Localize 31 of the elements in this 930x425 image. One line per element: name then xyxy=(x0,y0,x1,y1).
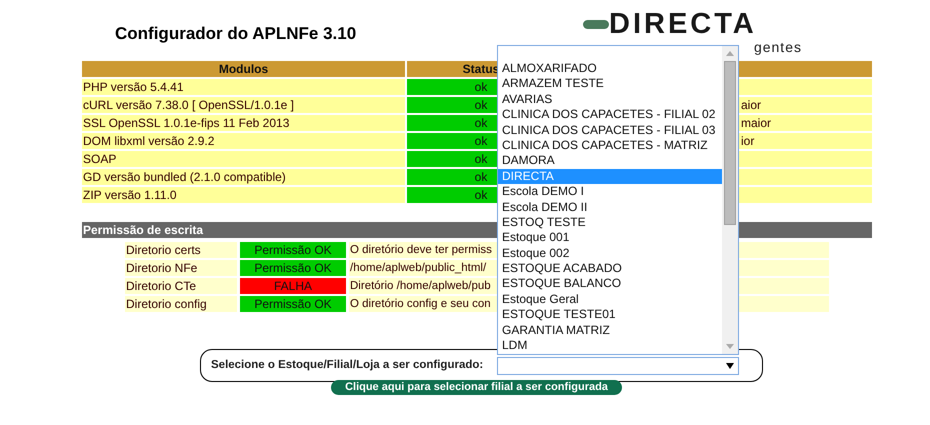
select-branch-button[interactable]: Clique aqui para selecionar filial a ser configurada xyxy=(331,380,622,395)
scrollbar[interactable] xyxy=(722,46,738,354)
select-label: Selecione o Estoque/Filial/Loja a ser configurado: xyxy=(211,358,484,373)
table-cell: GD versão bundled (2.1.0 compatible) xyxy=(82,169,405,185)
table-cell: Diretorio certs xyxy=(125,242,237,258)
table-cell: ZIP versão 1.11.0 xyxy=(82,187,405,203)
status-cell: FALHA xyxy=(240,278,346,294)
scroll-down-icon xyxy=(726,344,734,349)
status-cell: Permissão OK xyxy=(240,296,346,312)
table-cell: Diretorio config xyxy=(125,296,237,312)
table-cell: Diretorio CTe xyxy=(125,278,237,294)
table-cell: SOAP xyxy=(82,151,405,167)
table-cell: DOM libxml versão 2.9.2 xyxy=(82,133,405,149)
scroll-up-icon xyxy=(726,51,734,56)
dropdown-arrow-icon xyxy=(726,362,734,368)
logo-wordmark: DIRECTA xyxy=(609,8,757,40)
dropdown-option[interactable]: ESTOQUE BALANCO xyxy=(498,276,722,292)
dropdown-option[interactable]: GARANTIA MATRIZ xyxy=(498,322,722,338)
store-select[interactable] xyxy=(497,356,739,374)
page-title: Configurador do APLNFe 3.10 xyxy=(115,24,356,43)
logo-bar-icon xyxy=(583,20,609,28)
table-cell: cURL versão 7.38.0 [ OpenSSL/1.0.1e ] xyxy=(82,97,405,113)
table-cell: PHP versão 5.4.41 xyxy=(82,79,405,95)
dropdown-option[interactable]: ESTOQUE ACABADO xyxy=(498,261,722,276)
dropdown-option[interactable]: LDM xyxy=(498,338,722,354)
logo-tagline: gentes xyxy=(754,40,802,54)
column-header: Modulos xyxy=(82,61,405,77)
status-cell: Permissão OK xyxy=(240,260,346,276)
table-cell: SSL OpenSSL 1.0.1e-fips 11 Feb 2013 xyxy=(82,115,405,131)
table-cell: Diretorio NFe xyxy=(125,260,237,276)
status-cell: Permissão OK xyxy=(240,242,346,258)
